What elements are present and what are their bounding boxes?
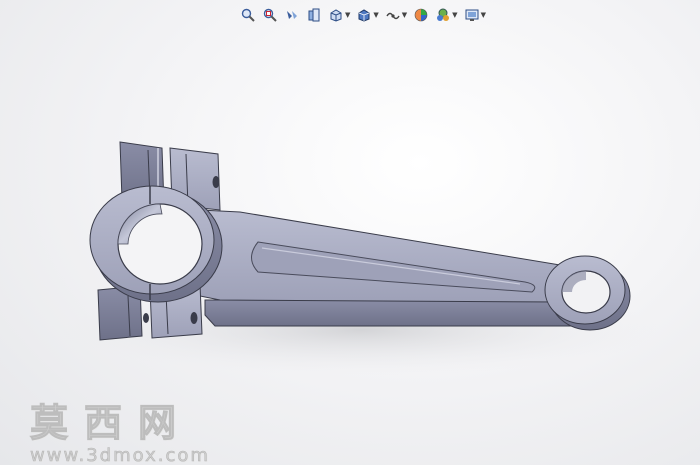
rod-shank-side — [204, 299, 586, 327]
bolt-hole — [190, 312, 198, 324]
watermark: 莫西网 www.3dmox.com — [30, 392, 210, 466]
bolt-hole — [212, 176, 220, 188]
bolt-hole — [143, 313, 149, 323]
graphics-area[interactable]: ▼ ▼ ▼ ▼ ▼ 莫西网 www.3dmox.com — [0, 0, 700, 466]
watermark-url: www.3dmox.com — [30, 445, 210, 466]
watermark-chinese: 莫西网 — [30, 401, 193, 446]
